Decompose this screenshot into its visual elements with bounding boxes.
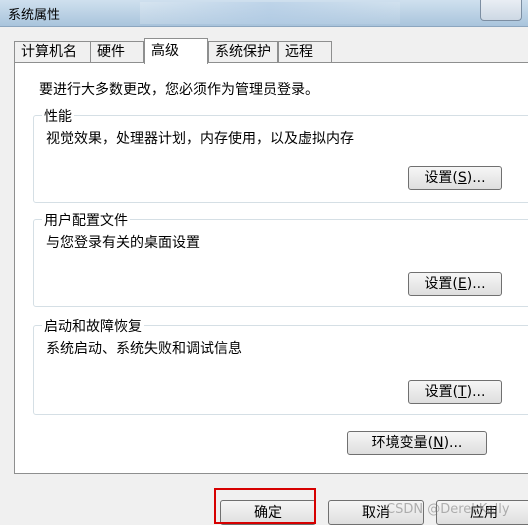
title-bar: 系统属性 [0,0,528,27]
startup-settings-key: T [458,384,467,400]
environment-variables-key: N [433,435,444,451]
profile-settings-label: 设置 [424,276,453,292]
tab-advanced[interactable]: 高级 [144,38,208,64]
startup-group: 启动和故障恢复 系统启动、系统失败和调试信息 设置(T)... [33,316,528,415]
watermark: CSDN @DerekKelly [386,502,510,517]
startup-settings-label: 设置 [424,384,453,400]
startup-description: 系统启动、系统失败和调试信息 [46,341,242,357]
tab-computer-name[interactable]: 计算机名 [14,41,92,62]
environment-variables-button[interactable]: 环境变量(N)... [347,431,487,455]
window-title: 系统属性 [8,8,61,23]
environment-variables-label: 环境变量 [371,435,428,451]
performance-settings-key: S [457,170,467,186]
profile-group: 用户配置文件 与您登录有关的桌面设置 设置(E)... [33,210,528,307]
tab-hardware[interactable]: 硬件 [90,41,144,62]
ok-button-highlight [214,488,316,524]
performance-description: 视觉效果，处理器计划，内存使用，以及虚拟内存 [46,131,354,147]
tab-system-protection[interactable]: 系统保护 [208,41,278,62]
admin-notice: 要进行大多数更改，您必须作为管理员登录。 [39,82,319,98]
performance-group-title: 性能 [42,106,74,126]
profile-description: 与您登录有关的桌面设置 [46,235,200,251]
title-bar-background [140,2,400,24]
profile-settings-button[interactable]: 设置(E)... [408,272,502,296]
tab-remote[interactable]: 远程 [278,41,332,62]
startup-group-title: 启动和故障恢复 [42,316,144,336]
tab-panel-advanced: 要进行大多数更改，您必须作为管理员登录。 性能 视觉效果，处理器计划，内存使用，… [14,62,528,474]
performance-settings-label: 设置 [424,170,453,186]
startup-settings-button[interactable]: 设置(T)... [408,380,502,404]
performance-group: 性能 视觉效果，处理器计划，内存使用，以及虚拟内存 设置(S)... [33,106,528,203]
close-button[interactable] [480,0,522,21]
profile-group-title: 用户配置文件 [42,210,130,230]
performance-settings-button[interactable]: 设置(S)... [408,166,502,190]
profile-settings-key: E [457,276,467,292]
